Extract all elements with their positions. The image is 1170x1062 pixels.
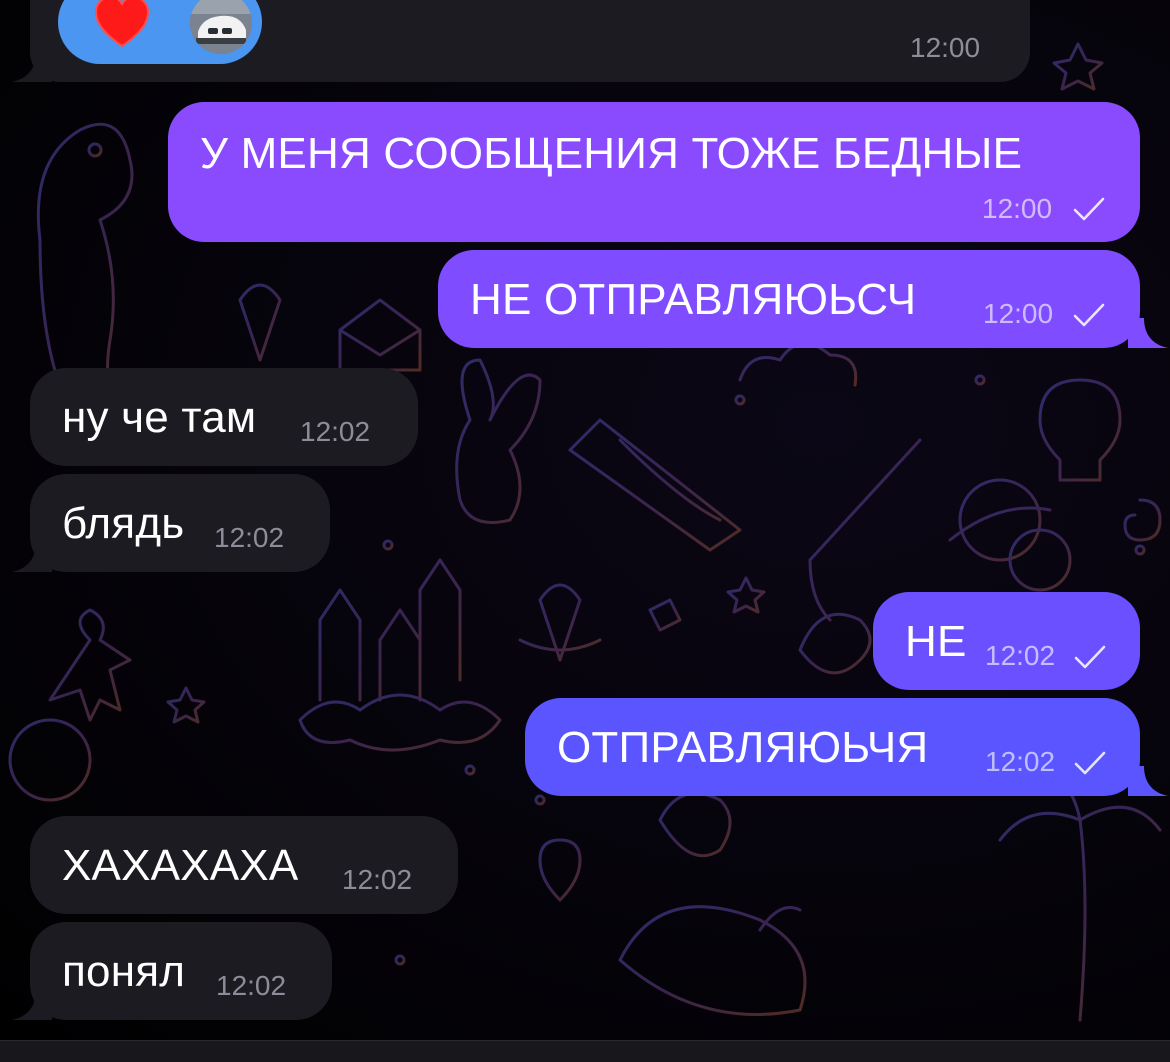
message-bubble-outgoing[interactable]: ОТПРАВЛЯЮЬЧЯ 12:02 xyxy=(525,698,1168,796)
message-time: 12:02 xyxy=(300,416,371,447)
message-text: НЕ xyxy=(905,617,967,666)
message-text: понял xyxy=(62,947,186,996)
message-text: ОТПРАВЛЯЮЬЧЯ xyxy=(557,723,929,772)
message-bubble-outgoing[interactable]: НЕ ОТПРАВЛЯЮЬСЧ 12:00 xyxy=(438,250,1168,348)
message-time: 12:02 xyxy=(985,746,1056,777)
sent-check-icon xyxy=(1074,751,1106,775)
input-bar-edge xyxy=(0,1040,1170,1062)
message-time: 12:00 xyxy=(910,32,981,63)
message-bubble-outgoing[interactable]: НЕ 12:02 xyxy=(873,592,1140,690)
message-bubble-incoming[interactable]: ХАХАХАХА 12:02 xyxy=(30,816,458,914)
message-time: 12:00 xyxy=(983,298,1054,329)
sent-check-icon xyxy=(1073,197,1105,221)
chat-background: 12:00 У МЕНЯ СООБЩЕНИЯ ТОЖЕ БЕДНЫЕ 12:00… xyxy=(0,0,1170,1062)
bubble-tail xyxy=(12,990,52,1020)
message-text: блядь xyxy=(62,499,185,548)
reaction-pill[interactable] xyxy=(58,0,262,64)
message-text: ХАХАХАХА xyxy=(62,841,299,890)
message-text: У МЕНЯ СООБЩЕНИЯ ТОЖЕ БЕДНЫЕ xyxy=(200,129,1023,178)
message-bubble-outgoing[interactable]: У МЕНЯ СООБЩЕНИЯ ТОЖЕ БЕДНЫЕ 12:00 xyxy=(168,102,1140,242)
bubble-tail xyxy=(1128,318,1168,348)
message-bubble-incoming[interactable]: блядь 12:02 xyxy=(12,474,330,572)
heart-icon xyxy=(94,0,150,48)
message-text: ну че там xyxy=(62,393,257,442)
message-time: 12:00 xyxy=(982,193,1053,224)
car-avatar-icon xyxy=(190,0,252,54)
bubble-tail xyxy=(12,52,52,82)
bubble-tail xyxy=(12,542,52,572)
reaction-avatar xyxy=(190,0,252,54)
message-text: НЕ ОТПРАВЛЯЮЬСЧ xyxy=(470,275,917,324)
message-bubble-incoming[interactable]: ну че там 12:02 xyxy=(30,368,418,466)
message-time: 12:02 xyxy=(214,522,285,553)
sent-check-icon xyxy=(1073,303,1105,327)
message-time: 12:02 xyxy=(342,864,413,895)
message-bubble-incoming[interactable]: 12:00 xyxy=(12,0,1030,82)
message-bubble-incoming[interactable]: понял 12:02 xyxy=(12,922,332,1020)
message-time: 12:02 xyxy=(216,970,287,1001)
bubble-tail xyxy=(1128,766,1168,796)
message-time: 12:02 xyxy=(985,640,1056,671)
sent-check-icon xyxy=(1074,645,1106,669)
